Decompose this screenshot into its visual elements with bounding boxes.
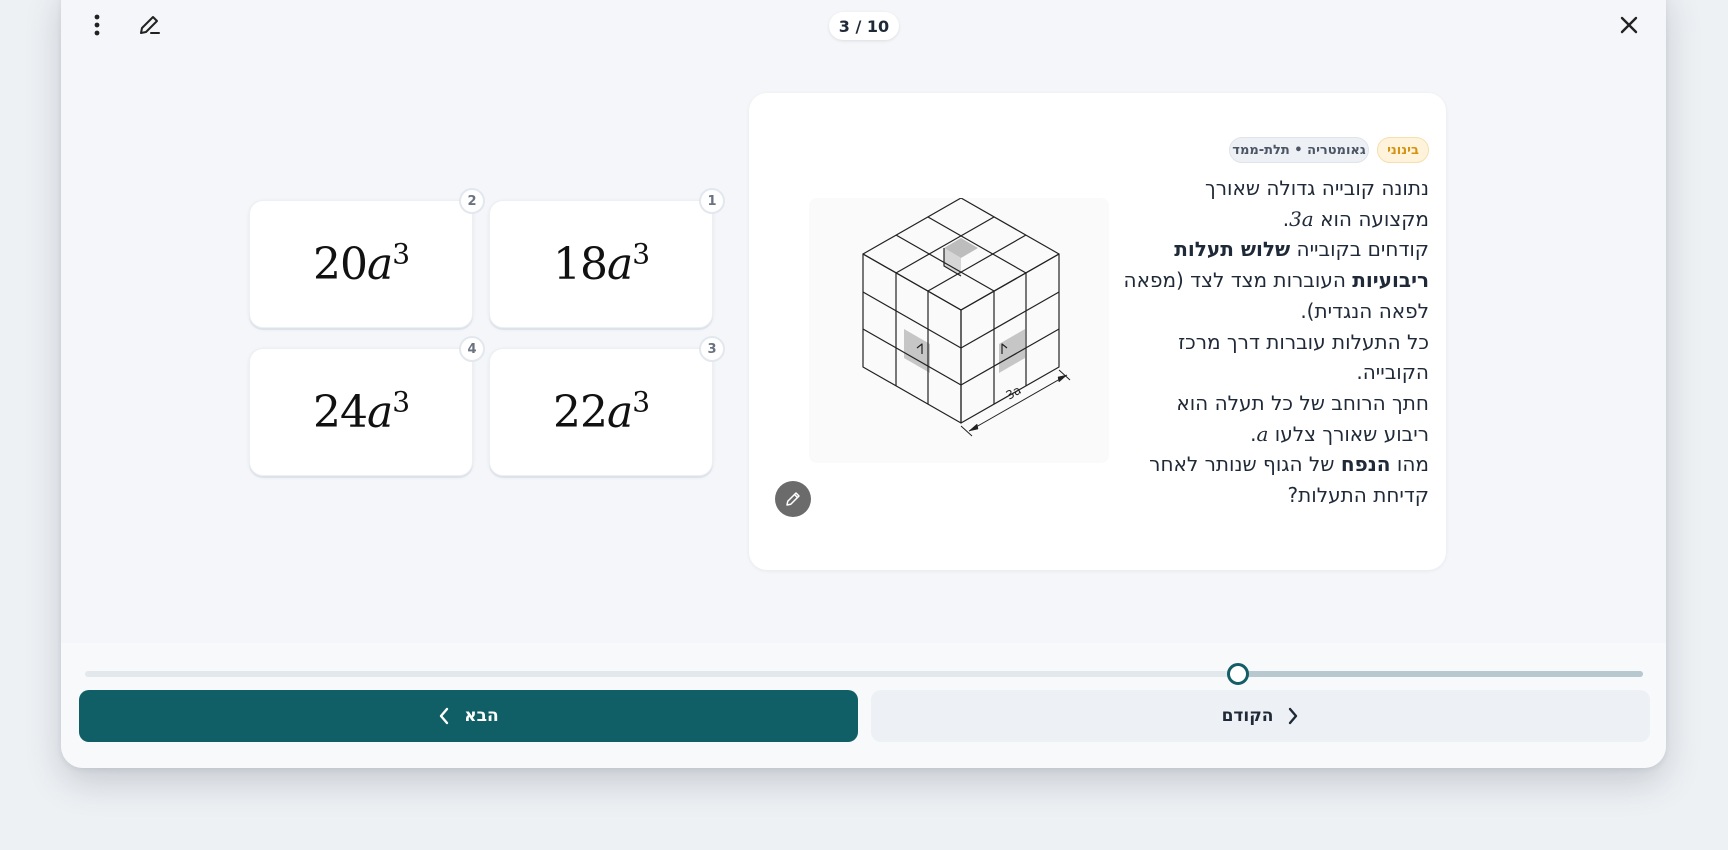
pencil-icon xyxy=(786,492,800,506)
progress-thumb[interactable] xyxy=(1226,663,1249,685)
question-line: ריבוע שאורך צלעו a. xyxy=(1250,421,1429,446)
more-menu-button[interactable] xyxy=(79,7,115,43)
pencil-icon xyxy=(140,16,160,34)
previous-button[interactable]: הקודם xyxy=(871,690,1650,742)
question-line: כל התעלות עוברות דרך מרכז xyxy=(1178,329,1429,354)
question-line: מקצועה הוא 3a. xyxy=(1282,206,1429,231)
close-button[interactable] xyxy=(1611,7,1647,43)
answer-option-3[interactable]: 22a3 xyxy=(489,348,713,476)
cube-figure: 3a xyxy=(809,197,1109,463)
question-line: קודחים בקובייה שלוש תעלות xyxy=(1174,237,1429,262)
question-card: בינוני גאומטריה • תלת-ממד נתונה קובייה ג… xyxy=(749,93,1446,570)
math-expression: 3a xyxy=(1289,206,1314,231)
question-line: מהו הנפח של הגוף שנותר לאחר xyxy=(1149,452,1429,477)
figure-annotate-button[interactable] xyxy=(775,481,811,517)
question-text: נתונה קובייה גדולה שאורך מקצועה הוא 3a. … xyxy=(1121,173,1429,511)
option-number-badge: 3 xyxy=(699,336,725,362)
close-icon xyxy=(1620,16,1638,34)
option-value: 18a3 xyxy=(552,236,650,290)
answer-option-1[interactable]: 18a3 xyxy=(489,200,713,328)
question-line: חתך הרוחב של כל תעלה הוא xyxy=(1176,390,1429,415)
option-value: 20a3 xyxy=(312,236,410,290)
question-line: קדיחת התעלות? xyxy=(1287,483,1429,508)
option-value: 24a3 xyxy=(312,384,410,438)
option-value: 22a3 xyxy=(552,384,650,438)
option-number-badge: 2 xyxy=(459,188,485,214)
next-button[interactable]: הבא xyxy=(79,690,858,742)
more-vertical-icon xyxy=(94,14,100,36)
quiz-window: 3 / 10 בינוני גאומטריה • תלת-ממד נתונה ק… xyxy=(61,0,1666,768)
progress-fill xyxy=(1237,671,1643,677)
question-line: לפאה הנגדית). xyxy=(1300,298,1429,323)
option-number-badge: 1 xyxy=(699,188,725,214)
cube-drawing: 3a xyxy=(862,197,1071,437)
question-line: נתונה קובייה גדולה שאורך xyxy=(1204,176,1429,200)
chevron-right-icon xyxy=(1289,707,1298,725)
top-bar: 3 / 10 xyxy=(61,0,1666,50)
difficulty-badge: בינוני xyxy=(1377,137,1429,163)
question-counter: 3 / 10 xyxy=(829,12,899,40)
answer-option-2[interactable]: 20a3 xyxy=(249,200,473,328)
topic-badge: גאומטריה • תלת-ממד xyxy=(1229,137,1369,163)
annotate-button[interactable] xyxy=(131,7,167,43)
question-line: ריבועיות העוברות מצד לצד (מפאה xyxy=(1123,268,1429,293)
navigation-footer: הבא הקודם xyxy=(61,643,1666,768)
previous-label: הקודם xyxy=(1221,706,1274,726)
math-expression: a xyxy=(1256,421,1269,446)
answer-option-4[interactable]: 24a3 xyxy=(249,348,473,476)
dimension-label: 3a xyxy=(1004,383,1024,403)
chevron-left-icon xyxy=(440,707,449,725)
question-line: הקובייה. xyxy=(1356,360,1429,385)
progress-slider[interactable] xyxy=(85,663,1643,685)
next-label: הבא xyxy=(464,706,499,726)
option-number-badge: 4 xyxy=(459,336,485,362)
